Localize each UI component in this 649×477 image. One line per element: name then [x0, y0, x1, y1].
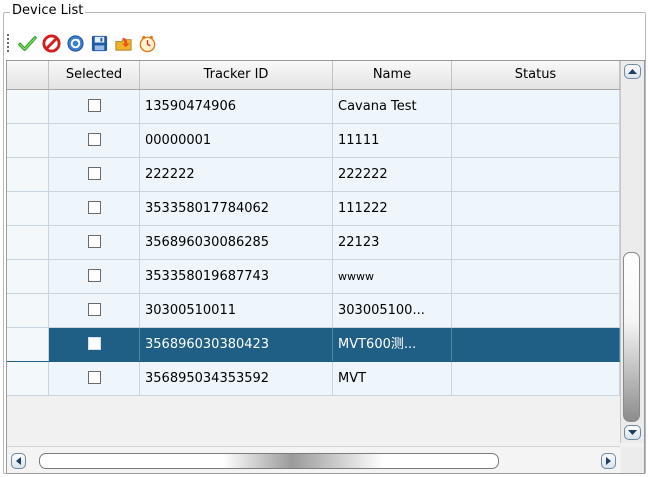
status-cell[interactable]: [452, 362, 620, 395]
tracker-id-cell[interactable]: 00000001: [140, 124, 333, 157]
row-header[interactable]: [7, 90, 49, 123]
clock-icon[interactable]: [138, 34, 157, 53]
toolbar: [7, 30, 637, 56]
header-tracker-id[interactable]: Tracker ID: [140, 61, 333, 89]
header-row-indicator: [7, 61, 49, 89]
header-status[interactable]: Status: [452, 61, 620, 89]
table-row[interactable]: 30300510011 303005100...: [7, 294, 620, 328]
chevron-up-icon: [628, 69, 637, 74]
tracker-id-cell[interactable]: 356895034353592: [140, 362, 333, 395]
select-checkbox[interactable]: [87, 337, 101, 350]
table-row[interactable]: 353358017784062 111222: [7, 192, 620, 226]
status-cell[interactable]: [452, 226, 620, 259]
status-cell[interactable]: [452, 328, 620, 361]
name-cell[interactable]: 22123: [333, 226, 452, 259]
select-checkbox[interactable]: [87, 235, 101, 248]
row-header[interactable]: [7, 124, 49, 157]
refresh-icon[interactable]: [66, 34, 85, 53]
row-header[interactable]: [7, 226, 49, 259]
row-header[interactable]: [7, 158, 49, 191]
chevron-right-icon: [606, 457, 611, 465]
name-cell[interactable]: MVT600测...: [333, 328, 452, 361]
row-header[interactable]: [7, 192, 49, 225]
chevron-down-icon: [628, 430, 637, 435]
select-checkbox[interactable]: [87, 167, 101, 180]
header-name[interactable]: Name: [333, 61, 452, 89]
header-selected[interactable]: Selected: [49, 61, 140, 89]
select-checkbox[interactable]: [87, 269, 101, 282]
device-grid: Selected Tracker ID Name Status 13590474…: [6, 60, 645, 474]
check-icon[interactable]: [18, 34, 37, 53]
selected-cell[interactable]: [49, 294, 140, 327]
vertical-scroll-thumb[interactable]: [623, 252, 640, 422]
tracker-id-cell[interactable]: 356896030380423: [140, 328, 333, 361]
horizontal-scroll-thumb[interactable]: [39, 453, 499, 469]
selected-cell[interactable]: [49, 260, 140, 293]
name-cell[interactable]: Cavana Test: [333, 90, 452, 123]
grid-header: Selected Tracker ID Name Status: [7, 61, 620, 90]
save-icon[interactable]: [90, 34, 109, 53]
selected-cell[interactable]: [49, 124, 140, 157]
cancel-icon[interactable]: [42, 33, 61, 53]
selected-cell[interactable]: [49, 158, 140, 191]
tracker-id-cell[interactable]: 222222: [140, 158, 333, 191]
selected-cell[interactable]: [49, 362, 140, 395]
table-row-selected[interactable]: 356896030380423 MVT600测...: [7, 328, 620, 362]
select-checkbox[interactable]: [87, 371, 101, 384]
grid-rows: 13590474906 Cavana Test 00000001 11111 2…: [7, 90, 620, 396]
select-checkbox[interactable]: [87, 133, 101, 146]
status-cell[interactable]: [452, 294, 620, 327]
table-row[interactable]: 356896030086285 22123: [7, 226, 620, 260]
row-header[interactable]: [7, 260, 49, 293]
status-cell[interactable]: [452, 124, 620, 157]
row-header[interactable]: [7, 328, 49, 361]
name-cell[interactable]: 222222: [333, 158, 452, 191]
name-cell[interactable]: MVT: [333, 362, 452, 395]
selected-cell[interactable]: [49, 328, 140, 361]
name-cell[interactable]: 111222: [333, 192, 452, 225]
select-checkbox[interactable]: [87, 99, 101, 112]
name-cell[interactable]: 303005100...: [333, 294, 452, 327]
scroll-right-button[interactable]: [601, 453, 616, 469]
status-cell[interactable]: [452, 192, 620, 225]
select-checkbox[interactable]: [87, 201, 101, 214]
row-header[interactable]: [7, 362, 49, 395]
toolbar-grip[interactable]: [7, 34, 9, 52]
scroll-up-button[interactable]: [624, 64, 641, 79]
table-row[interactable]: 353358019687743 wwww: [7, 260, 620, 294]
table-row[interactable]: 222222 222222: [7, 158, 620, 192]
name-cell[interactable]: 11111: [333, 124, 452, 157]
selected-cell[interactable]: [49, 90, 140, 123]
selected-cell[interactable]: [49, 226, 140, 259]
table-row[interactable]: 356895034353592 MVT: [7, 362, 620, 396]
table-row[interactable]: 13590474906 Cavana Test: [7, 90, 620, 124]
status-cell[interactable]: [452, 158, 620, 191]
export-icon[interactable]: [114, 34, 133, 53]
scroll-down-button[interactable]: [624, 425, 641, 440]
chevron-left-icon: [16, 457, 21, 465]
tracker-id-cell[interactable]: 13590474906: [140, 90, 333, 123]
status-cell[interactable]: [452, 260, 620, 293]
select-checkbox[interactable]: [87, 303, 101, 316]
status-cell[interactable]: [452, 90, 620, 123]
name-cell[interactable]: wwww: [333, 260, 452, 293]
tracker-id-cell[interactable]: 356896030086285: [140, 226, 333, 259]
vertical-scrollbar[interactable]: [620, 61, 644, 443]
tracker-id-cell[interactable]: 30300510011: [140, 294, 333, 327]
selected-cell[interactable]: [49, 192, 140, 225]
row-header[interactable]: [7, 294, 49, 327]
table-row[interactable]: 00000001 11111: [7, 124, 620, 158]
group-title: Device List: [10, 3, 86, 18]
tracker-id-cell[interactable]: 353358017784062: [140, 192, 333, 225]
tracker-id-cell[interactable]: 353358019687743: [140, 260, 333, 293]
scrollbar-corner: [621, 447, 644, 473]
horizontal-scrollbar[interactable]: [7, 446, 620, 473]
scroll-left-button[interactable]: [11, 453, 26, 469]
